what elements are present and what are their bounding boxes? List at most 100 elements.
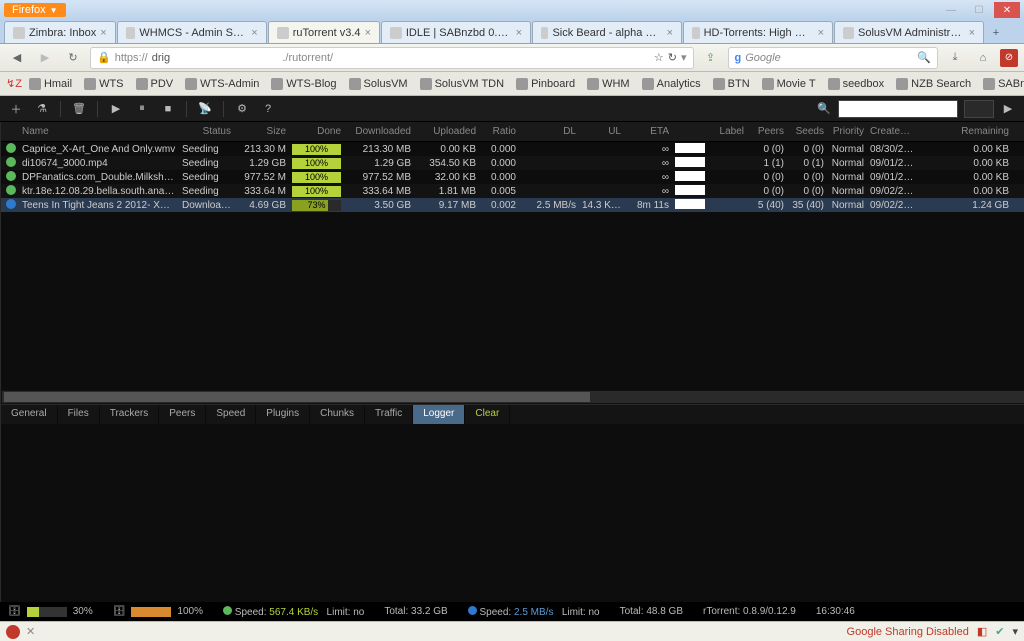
reload-button[interactable]: ↻ [62,47,84,69]
home-button[interactable]: ⌂ [972,47,994,69]
download-icon[interactable]: ⤓ [944,47,966,69]
minimize-button[interactable]: — [938,2,964,18]
browser-tab[interactable]: ruTorrent v3.4× [268,21,380,43]
add-torrent-icon[interactable]: ＋ [8,101,24,117]
column-header[interactable]: DL [519,126,579,137]
tab-close-icon[interactable]: × [667,27,673,39]
share-icon[interactable]: ⇪ [700,47,722,69]
search-category-dropdown[interactable] [964,100,994,118]
column-header[interactable]: UL [579,126,624,137]
start-icon[interactable]: ▶ [108,102,124,115]
rt-search-input[interactable] [838,100,958,118]
close-addonbar-icon[interactable]: ✕ [26,625,35,638]
browser-tab[interactable]: IDLE | SABnzbd 0.7.3× [381,21,531,43]
bookmark-item[interactable]: SolusVM [344,76,413,92]
browser-tab[interactable]: WHMCS - Admin Summary× [117,21,267,43]
tab-close-icon[interactable]: × [100,27,106,39]
help-icon[interactable]: ? [260,103,276,115]
detail-tab-peers[interactable]: Peers [159,405,206,424]
bookmark-item[interactable]: NZB Search [891,76,976,92]
tab-close-icon[interactable]: × [969,27,975,39]
column-header[interactable]: Peers [747,126,787,137]
cell-created: 09/02/2012 04:3 [867,186,917,197]
bookmark-item[interactable]: Pinboard [511,76,580,92]
bookmark-item[interactable]: WTS-Admin [180,76,264,92]
detail-tab-clear[interactable]: Clear [465,405,510,424]
column-header[interactable]: Ratio [479,126,519,137]
column-header[interactable]: Created On [867,126,917,137]
bookmark-item[interactable]: SolusVM TDN [415,76,509,92]
settings-icon[interactable]: ⚙ [234,102,250,115]
torrent-row[interactable]: ktr.18e.12.08.29.bella.south.anal.drilli… [1,184,1024,198]
tab-close-icon[interactable]: × [516,27,522,39]
google-sharing-status[interactable]: Google Sharing Disabled [847,626,969,638]
detail-tab-chunks[interactable]: Chunks [310,405,365,424]
back-button[interactable]: ◀ [6,47,28,69]
bookmark-item[interactable]: SABnzbd [978,76,1024,92]
create-torrent-icon[interactable]: ⚗ [34,102,50,115]
detail-tab-logger[interactable]: Logger [413,405,465,424]
browser-tab[interactable]: HD-Torrents: High Definition BitTo...× [683,21,833,43]
detail-tab-general[interactable]: General [1,405,58,424]
column-header[interactable]: Status [179,126,234,137]
column-header[interactable]: Done [289,126,344,137]
browser-tab[interactable]: Zimbra: Inbox× [4,21,116,43]
bookmark-item[interactable]: Movie T [757,76,821,92]
disk-usage-2[interactable]: 🗄 100% [113,606,203,617]
abp-icon[interactable] [6,625,20,639]
bookmark-item[interactable]: WTS-Blog [266,76,341,92]
column-header[interactable]: Uploaded [414,126,479,137]
disk-usage-1[interactable]: 🗄 30% [8,606,93,617]
tab-close-icon[interactable]: × [365,27,371,39]
search-go-icon[interactable]: 🔍 [917,51,931,64]
column-header[interactable]: Remaining [917,126,1012,137]
horizontal-scrollbar[interactable] [1,390,1024,404]
column-header[interactable]: Downloaded [344,126,414,137]
bookmark-item[interactable]: seedbox [823,76,890,92]
detail-tab-traffic[interactable]: Traffic [365,405,413,424]
column-header[interactable]: Priority [827,126,867,137]
bookmark-item[interactable]: Analytics [637,76,706,92]
maximize-button[interactable]: ☐ [966,2,992,18]
dropdown-icon[interactable]: ▾ [681,51,687,64]
remove-icon[interactable]: 🗑 [71,102,87,115]
detail-tab-files[interactable]: Files [58,405,100,424]
detail-tab-speed[interactable]: Speed [206,405,256,424]
torrent-row[interactable]: DPFanatics.com_Double.Milkshake_Amirah.A… [1,170,1024,184]
forward-button[interactable]: ▶ [34,47,56,69]
column-header[interactable]: ETA [624,126,672,137]
detail-tab-plugins[interactable]: Plugins [256,405,310,424]
bookmark-item[interactable]: Hmail [24,76,77,92]
bookmark-item[interactable]: WHM [582,76,635,92]
torrent-row[interactable]: di10674_3000.mp4Seeding1.29 GB100%1.29 G… [1,156,1024,170]
addon-square-icon[interactable]: ◧ [977,625,987,638]
bookmark-item[interactable]: WTS [79,76,128,92]
window-close-button[interactable]: ✕ [994,2,1020,18]
column-header[interactable]: Size [234,126,289,137]
column-header[interactable]: Label [672,126,747,137]
pause-icon[interactable]: ⏸ [134,102,150,115]
detail-tab-trackers[interactable]: Trackers [100,405,160,424]
column-header[interactable]: Seeds [787,126,827,137]
addon-chevron-icon[interactable]: ▾ [1012,625,1018,638]
adblock-icon[interactable]: ⊘ [1000,49,1018,67]
refresh-inline-icon[interactable]: ↻ [668,51,677,64]
bookmark-item[interactable]: PDV [131,76,179,92]
star-icon[interactable]: ☆ [654,51,664,64]
tab-close-icon[interactable]: × [251,27,257,39]
column-header[interactable]: Name [19,126,179,137]
tab-close-icon[interactable]: × [818,27,824,39]
rt-version: rTorrent: 0.8.9/0.12.9 [703,606,796,617]
rss-icon[interactable]: 📡 [197,102,213,115]
bookmark-item[interactable]: BTN [708,76,755,92]
new-tab-button[interactable]: + [985,23,1007,43]
search-go-icon[interactable]: ▶ [1000,102,1016,115]
browser-search-bar[interactable]: g Google 🔍 [728,47,939,69]
addon-check-icon[interactable]: ✔ [995,625,1004,638]
url-bar[interactable]: 🔒 https:// drig ./rutorrent/ ☆ ↻ ▾ [90,47,694,69]
torrent-row[interactable]: Caprice_X-Art_One And Only.wmvSeeding213… [1,142,1024,156]
stop-icon[interactable]: ■ [160,103,176,115]
browser-tab[interactable]: Sick Beard - alpha master - Comin...× [532,21,682,43]
browser-tab[interactable]: SolusVM Administration× [834,21,984,43]
torrent-row[interactable]: Teens In Tight Jeans 2 2012- XXX- 720p W… [1,198,1024,212]
